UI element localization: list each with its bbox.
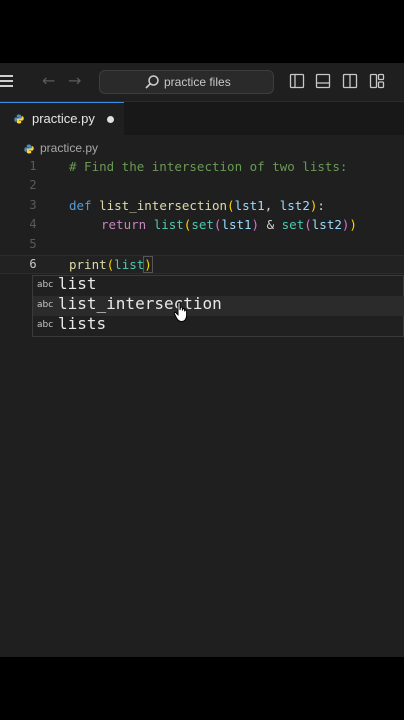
- line-number: 3: [29, 198, 37, 212]
- forward-arrow-icon[interactable]: →: [68, 71, 81, 91]
- toggle-secondary-sidebar-icon[interactable]: [342, 73, 358, 89]
- search-placeholder: practice files: [164, 75, 231, 89]
- suggestion-label: lists: [58, 314, 107, 333]
- customize-layout-icon[interactable]: [369, 73, 385, 89]
- text-completion-icon: abc: [37, 280, 54, 290]
- line-number: 5: [29, 237, 37, 251]
- mouse-pointer-icon: [173, 301, 188, 323]
- line-number: 2: [29, 178, 37, 192]
- search-icon: [145, 75, 159, 89]
- code-text: def list_intersection(lst1, lst2):: [69, 198, 325, 213]
- tab-practice-py[interactable]: practice.py: [0, 102, 124, 135]
- python-file-icon: [24, 144, 34, 154]
- text-completion-icon: abc: [37, 320, 54, 330]
- code-line[interactable]: 2: [0, 177, 404, 196]
- tab-label: practice.py: [32, 111, 95, 126]
- editor[interactable]: practice.py 1 # Find the intersection of…: [0, 135, 404, 657]
- breadcrumb-file[interactable]: practice.py: [40, 141, 98, 155]
- line-number: 1: [29, 159, 37, 173]
- unsaved-changes-dot[interactable]: [107, 116, 114, 123]
- text-completion-icon: abc: [37, 300, 54, 310]
- command-center-search[interactable]: practice files: [99, 70, 274, 94]
- suggestion-item-selected[interactable]: abc list_intersection: [33, 294, 404, 316]
- suggestion-item[interactable]: abc lists: [33, 314, 404, 336]
- suggestion-label: list_intersection: [58, 294, 222, 313]
- back-arrow-icon[interactable]: ←: [42, 71, 55, 91]
- tab-bar: practice.py: [0, 102, 404, 135]
- suggestion-item[interactable]: abc list: [33, 274, 404, 296]
- code-line[interactable]: 5: [0, 236, 404, 255]
- suggestion-label: list: [58, 274, 97, 293]
- title-bar: ← → practice files: [0, 63, 404, 102]
- autocomplete-suggestions[interactable]: abc list abc list_intersection abc lists: [32, 274, 404, 337]
- code-text: print(list): [69, 256, 153, 273]
- code-line-current[interactable]: 6 print(list): [0, 255, 404, 274]
- code-line[interactable]: 1 # Find the intersection of two lists:: [0, 158, 404, 177]
- code-line[interactable]: 4 return list(set(lst1) & set(lst2)): [0, 216, 404, 235]
- toggle-panel-icon[interactable]: [315, 73, 331, 89]
- menu-icon[interactable]: [0, 75, 14, 89]
- code-text: return list(set(lst1) & set(lst2)): [101, 217, 357, 232]
- toggle-primary-sidebar-icon[interactable]: [289, 73, 305, 89]
- line-number: 4: [29, 217, 37, 231]
- line-number: 6: [29, 257, 37, 271]
- code-line[interactable]: 3 def list_intersection(lst1, lst2):: [0, 197, 404, 216]
- code-text: # Find the intersection of two lists:: [69, 159, 348, 174]
- bottom-letterbox: [0, 657, 404, 720]
- python-file-icon: [14, 114, 24, 124]
- top-letterbox: [0, 0, 404, 63]
